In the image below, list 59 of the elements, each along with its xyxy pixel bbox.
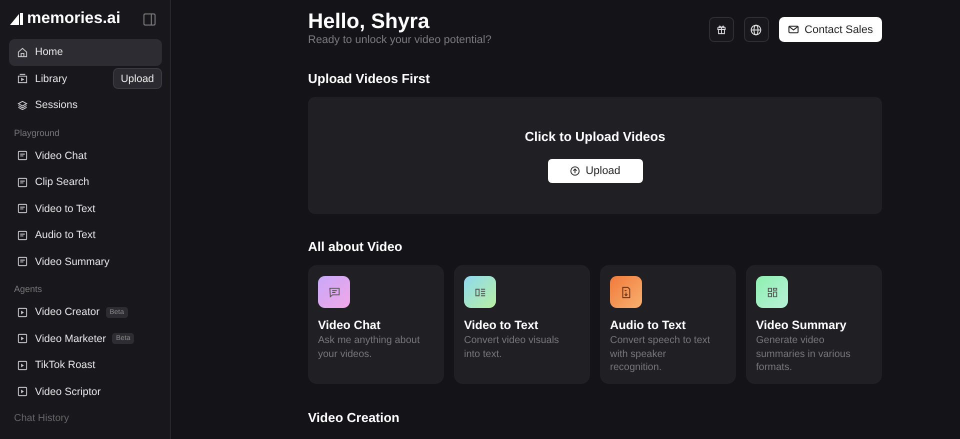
logo-text: memories.ai [27, 10, 120, 28]
gift-icon [716, 24, 727, 35]
nav-item[interactable]: TikTok Roast [9, 352, 162, 378]
tool-icon [17, 360, 28, 371]
mail-icon [788, 24, 799, 35]
tool-icon [17, 306, 28, 318]
card-description: Convert speech to text with speaker recognition. [610, 334, 712, 374]
section-heading: Agents [13, 283, 44, 296]
card-description: Generate video summaries in various formats. [756, 334, 852, 374]
chat-icon [318, 276, 350, 308]
nav-item[interactable]: Video Summary [9, 248, 162, 275]
sidebar-toggle-icon[interactable] [143, 12, 156, 26]
nav-item[interactable]: Clip Search [9, 169, 162, 196]
section-heading: Video Creation [308, 410, 401, 425]
feature-card[interactable]: Audio to Text Convert speech to text with speaker recognition. [600, 265, 736, 384]
upload-icon [570, 166, 580, 176]
tool-icon [17, 256, 28, 268]
text-lines-icon [464, 276, 496, 308]
tool-icon [17, 150, 28, 162]
nav-item[interactable]: Home [9, 39, 162, 66]
upload-button[interactable]: Upload [548, 158, 642, 182]
layers-icon [17, 100, 28, 111]
upload-dropzone[interactable]: Click to Upload Videos Upload [308, 97, 882, 214]
nav-item[interactable]: Sessions [9, 92, 162, 118]
section-heading: All about Video [308, 239, 404, 254]
card-title: Video Summary [756, 318, 848, 332]
tool-icon [17, 386, 28, 398]
card-title: Video to Text [464, 318, 540, 332]
feature-card[interactable]: Video Chat Ask me anything about your videos. [308, 265, 444, 384]
nav-item[interactable]: Library [9, 66, 109, 92]
upload-prompt: Click to Upload Videos [524, 128, 666, 144]
language-button[interactable] [744, 17, 769, 42]
greeting-subtitle: Ready to unlock your video potential? [308, 34, 492, 46]
card-title: Video Chat [318, 318, 382, 332]
tool-icon [17, 333, 28, 344]
contact-sales-button[interactable]: Contact Sales [778, 17, 882, 42]
tool-icon [17, 176, 28, 188]
card-description: Ask me anything about your videos. [318, 334, 421, 361]
upload-button[interactable]: Upload [112, 68, 162, 90]
audio-file-icon [610, 276, 642, 308]
tool-icon [17, 203, 28, 214]
nav-item[interactable]: Video Chat [9, 142, 162, 169]
nav-item[interactable]: Video Scriptor [9, 378, 162, 405]
grid-icon [756, 276, 788, 308]
logo-icon [9, 11, 25, 27]
nav-item[interactable]: Audio to Text [9, 222, 162, 248]
greeting-title: Hello, Shyra [308, 10, 430, 34]
section-heading: Upload Videos First [308, 71, 431, 86]
section-heading: Playground [13, 126, 61, 140]
feature-card[interactable]: Video to Text Convert video visuals into text. [454, 265, 590, 384]
nav-item[interactable]: Video to Text [9, 196, 162, 222]
globe-icon [750, 24, 762, 36]
tool-icon [17, 230, 28, 241]
section-heading: Chat History [13, 412, 70, 426]
card-title: Audio to Text [610, 318, 687, 332]
home-icon [17, 46, 28, 58]
card-description: Convert video visuals into text. [464, 334, 560, 361]
gift-button[interactable] [708, 17, 734, 42]
feature-card[interactable]: Video Summary Generate video summaries in various formats. [746, 265, 882, 384]
